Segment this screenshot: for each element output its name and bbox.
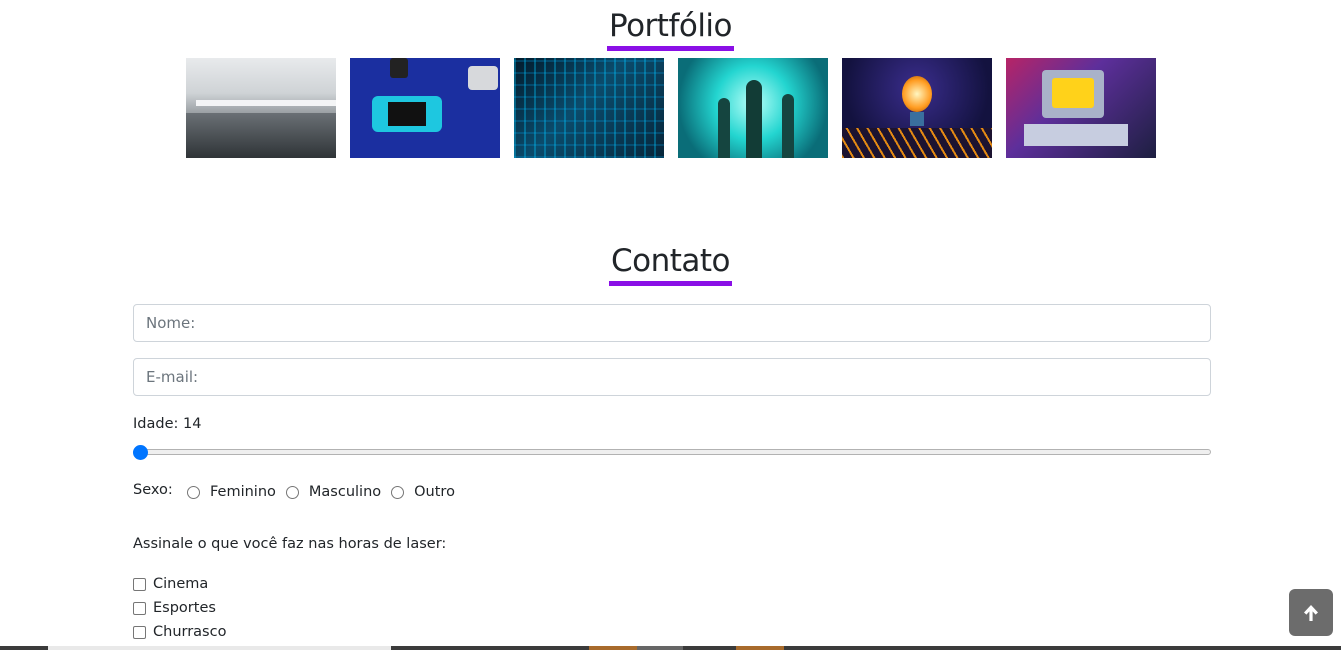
contact-title-text: Contato xyxy=(608,246,733,286)
portfolio-section-title: Portfólio xyxy=(0,11,1341,51)
checkbox-cinema-label: Cinema xyxy=(153,576,209,592)
age-slider-track[interactable] xyxy=(133,449,1211,455)
radio-outro-label: Outro xyxy=(414,484,455,500)
arrow-up-icon xyxy=(1304,604,1318,621)
checkbox-cinema-row: Cinema xyxy=(133,576,208,592)
checkbox-esportes[interactable] xyxy=(133,601,146,615)
age-slider[interactable] xyxy=(133,445,1211,460)
age-slider-thumb[interactable] xyxy=(133,445,148,460)
checkbox-cinema[interactable] xyxy=(133,577,146,591)
email-placeholder: E-mail: xyxy=(146,368,199,386)
name-input[interactable]: Nome: xyxy=(133,304,1211,342)
portfolio-title-text: Portfólio xyxy=(606,11,735,51)
sex-label: Sexo: xyxy=(133,482,173,498)
leisure-label: Assinale o que você faz nas horas de las… xyxy=(133,536,447,552)
radio-feminino[interactable] xyxy=(187,485,200,499)
email-input[interactable]: E-mail: xyxy=(133,358,1211,396)
radio-masculino[interactable] xyxy=(285,485,299,499)
lightbulb-circuit-image[interactable] xyxy=(842,58,992,158)
retro-computer-image[interactable] xyxy=(1006,58,1156,158)
gaming-console-image[interactable] xyxy=(350,58,500,158)
contact-section-title: Contato xyxy=(0,246,1341,286)
radio-outro[interactable] xyxy=(391,485,405,499)
office-image[interactable] xyxy=(186,58,336,158)
city-network-image[interactable] xyxy=(514,58,664,158)
checkbox-esportes-label: Esportes xyxy=(153,600,216,616)
checkbox-churrasco-row: Churrasco xyxy=(133,624,226,640)
bottom-page-strip xyxy=(0,646,1341,650)
radio-masculino-label: Masculino xyxy=(308,484,382,500)
radio-feminino-label: Feminino xyxy=(210,484,276,500)
portfolio-gallery xyxy=(186,58,1156,158)
age-label: Idade: 14 xyxy=(133,416,202,432)
digital-people-image[interactable] xyxy=(678,58,828,158)
scroll-to-top-button[interactable] xyxy=(1289,589,1333,636)
checkbox-churrasco[interactable] xyxy=(133,625,146,639)
checkbox-churrasco-label: Churrasco xyxy=(153,624,227,640)
name-placeholder: Nome: xyxy=(146,314,196,332)
sex-options: Feminino Masculino Outro xyxy=(187,484,465,500)
checkbox-esportes-row: Esportes xyxy=(133,600,216,616)
